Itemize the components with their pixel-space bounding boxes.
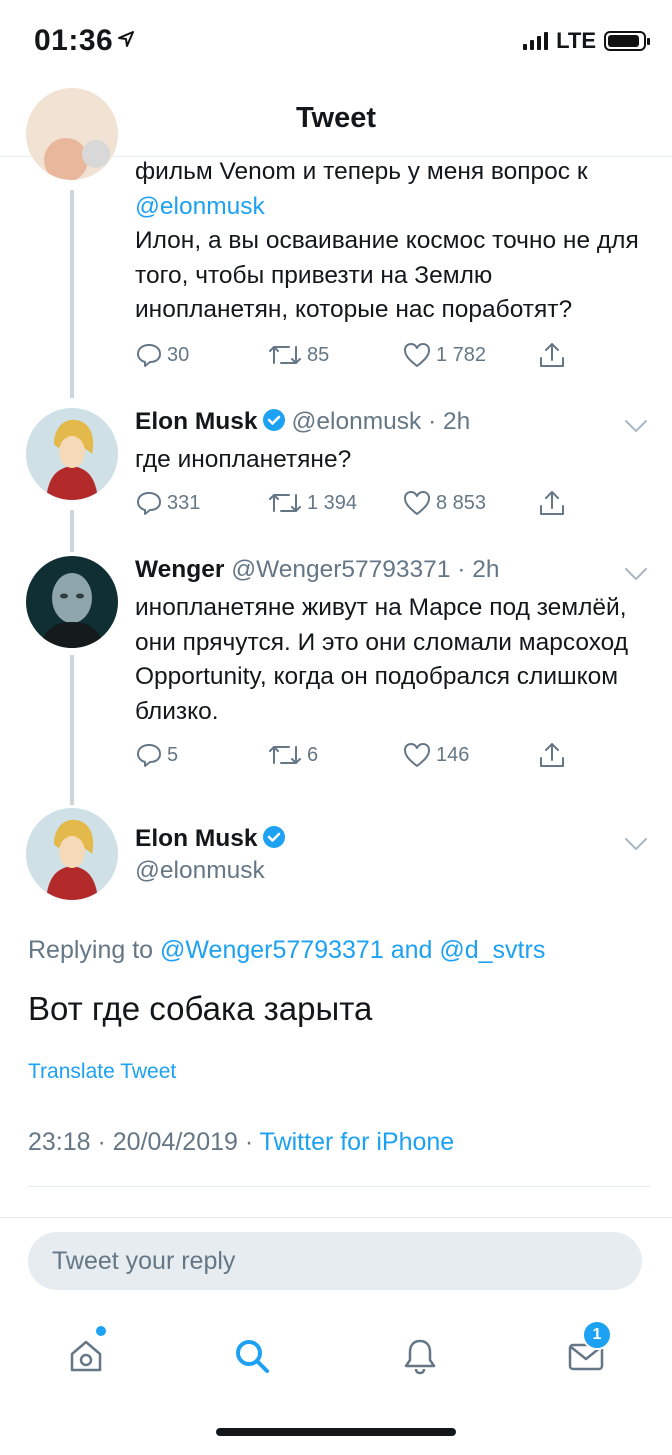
tab-bar: 1 <box>0 1306 672 1406</box>
reply-icon <box>137 492 161 515</box>
heart-icon <box>404 491 430 515</box>
focus-tweet-text: Вот где собака зарыта <box>28 990 373 1027</box>
tweet-actions: 30 85 1 782 <box>135 340 575 370</box>
search-icon <box>236 1340 269 1373</box>
verified-badge-icon <box>262 409 285 431</box>
divider <box>0 1217 672 1218</box>
status-time: 01:36 <box>34 24 135 58</box>
chevron-down-icon[interactable] <box>624 836 648 852</box>
tweet-text: фильм Venom и теперь у меня вопрос к @el… <box>135 155 645 328</box>
status-indicators: LTE <box>523 28 650 54</box>
author-handle[interactable]: @elonmusk <box>292 408 422 435</box>
retweet-icon <box>269 346 301 364</box>
tweet-time: · 2h <box>457 556 500 583</box>
home-icon <box>70 1340 102 1372</box>
avatar[interactable] <box>26 408 118 500</box>
heart-icon <box>404 343 430 367</box>
signal-icon <box>523 32 549 50</box>
source-link[interactable]: Twitter for iPhone <box>260 1128 455 1156</box>
tweet-text: где инопланетяне? <box>135 446 352 473</box>
tweet-text: инопланетяне живут на Марсе под землёй, … <box>135 594 629 725</box>
reply-icon <box>137 344 161 367</box>
tab-messages[interactable]: 1 <box>556 1320 616 1384</box>
author-name[interactable]: Elon Musk <box>135 408 258 435</box>
author-name[interactable]: Elon Musk <box>135 825 258 852</box>
network-label: LTE <box>556 28 596 53</box>
tweet-actions: 331 1 394 8 853 <box>135 488 575 518</box>
reply-icon <box>137 744 161 767</box>
battery-icon <box>604 31 650 51</box>
like-button[interactable]: 8 853 <box>402 489 538 517</box>
translate-tweet-link[interactable]: Translate Tweet <box>28 1060 176 1084</box>
retweet-button[interactable]: 6 <box>267 741 402 769</box>
share-button[interactable] <box>538 740 566 770</box>
author-handle[interactable]: @elonmusk <box>135 857 265 885</box>
reply-button[interactable]: 5 <box>135 741 267 769</box>
divider <box>28 1186 650 1187</box>
location-arrow-icon <box>118 31 135 47</box>
avatar[interactable] <box>26 556 118 648</box>
tweet-timestamp: 23:18 · 20/04/2019 · Twitter for iPhone <box>28 1128 455 1156</box>
verified-badge-icon <box>262 826 285 848</box>
bell-icon <box>404 1339 436 1375</box>
messages-badge: 1 <box>582 1320 612 1350</box>
tab-notifications[interactable] <box>390 1328 450 1384</box>
tweet-time: · 2h <box>428 408 471 435</box>
share-icon <box>540 743 564 767</box>
avatar[interactable] <box>26 88 118 180</box>
focus-author: Elon Musk <box>135 825 292 853</box>
tweet-meta: Wenger @Wenger57793371 · 2h <box>135 556 499 584</box>
retweet-button[interactable]: 1 394 <box>267 489 402 517</box>
notification-dot <box>96 1326 106 1336</box>
tab-home[interactable] <box>56 1326 116 1384</box>
share-icon <box>540 491 564 515</box>
tweet-actions: 5 6 146 <box>135 740 575 770</box>
reply-button[interactable]: 30 <box>135 341 267 369</box>
tweet-meta: Elon Musk @elonmusk · 2h <box>135 408 470 436</box>
retweet-icon <box>269 494 301 512</box>
chevron-down-icon[interactable] <box>624 418 648 434</box>
share-icon <box>540 343 564 367</box>
chevron-down-icon[interactable] <box>624 566 648 582</box>
retweet-icon <box>269 746 301 764</box>
mention-link[interactable]: @elonmusk <box>135 190 645 225</box>
thread-line <box>70 655 74 805</box>
mention-link[interactable]: @d_svtrs <box>439 936 545 964</box>
reply-input[interactable]: Tweet your reply <box>28 1232 642 1290</box>
author-name[interactable]: Wenger <box>135 556 224 583</box>
home-indicator <box>216 1428 456 1436</box>
mention-link[interactable]: @Wenger57793371 <box>160 936 384 964</box>
tab-search[interactable] <box>222 1328 282 1384</box>
heart-icon <box>404 743 430 767</box>
share-button[interactable] <box>538 340 566 370</box>
like-button[interactable]: 146 <box>402 741 538 769</box>
like-button[interactable]: 1 782 <box>402 341 538 369</box>
thread-line <box>70 510 74 552</box>
avatar[interactable] <box>26 808 118 900</box>
share-button[interactable] <box>538 488 566 518</box>
retweet-button[interactable]: 85 <box>267 341 402 369</box>
author-handle[interactable]: @Wenger57793371 <box>231 556 450 583</box>
thread-line <box>70 190 74 398</box>
replying-to: Replying to @Wenger57793371 and @d_svtrs <box>28 936 546 964</box>
reply-button[interactable]: 331 <box>135 489 267 517</box>
